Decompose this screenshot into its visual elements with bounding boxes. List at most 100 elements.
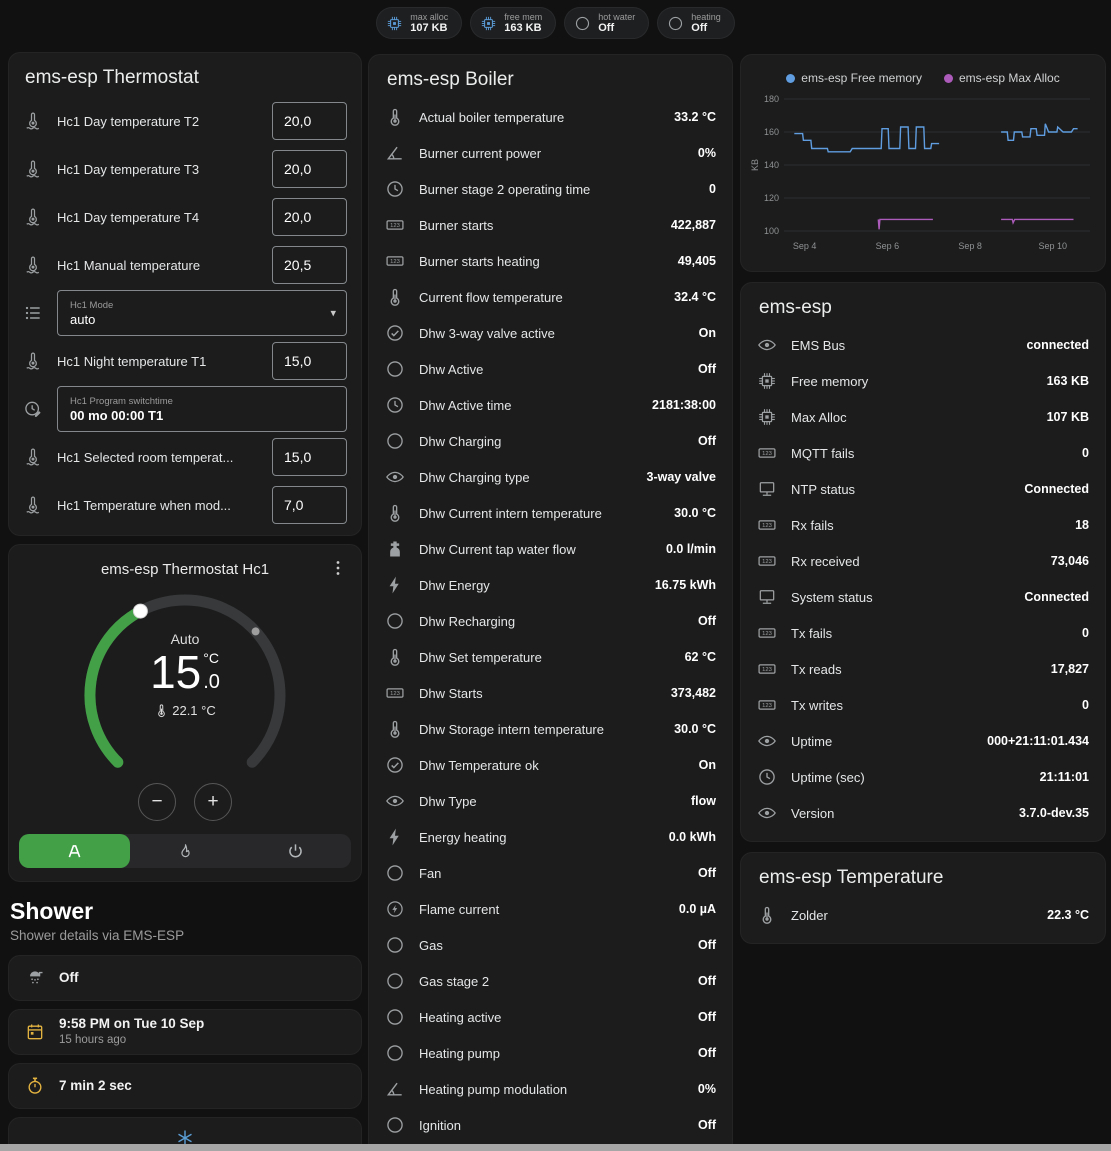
entity-row[interactable]: Dhw Charging type 3-way valve [385,459,716,495]
entity-row[interactable]: MQTT fails 0 [757,435,1089,471]
entity-row[interactable]: Tx writes 0 [757,687,1089,723]
entity-icon [385,215,405,235]
entity-row[interactable]: Gas stage 2 Off [385,963,716,999]
number-input[interactable]: 15,0 [272,342,347,380]
chip-value: Off [691,22,707,35]
entity-row[interactable]: Burner stage 2 operating time 0 [385,171,716,207]
thermostat-dial[interactable]: Auto 15 °C .0 22.1 °C [55,585,315,781]
entity-label: Gas stage 2 [419,974,684,989]
entity-icon [385,755,405,775]
badge-chip[interactable]: heating Off [657,7,735,39]
entity-row[interactable]: Energy heating 0.0 kWh [385,819,716,855]
shower-item-card[interactable]: 9:58 PM on Tue 10 Sep 15 hours ago [8,1009,362,1055]
entity-value: 0 [1082,698,1089,712]
entity-row[interactable]: Burner current power 0% [385,135,716,171]
svg-text:120: 120 [764,193,779,203]
entity-row[interactable]: Ignition Off [385,1107,716,1143]
entity-row[interactable]: EMS Bus connected [757,327,1089,363]
entity-value: 33.2 °C [674,110,716,124]
select-input[interactable]: Hc1 Program switchtime 00 mo 00:00 T1 ▾ [57,386,347,432]
entity-icon [385,1043,405,1063]
entity-row[interactable]: Dhw Current tap water flow 0.0 l/min [385,531,716,567]
entity-row[interactable]: Max Alloc 107 KB [757,399,1089,435]
entity-label: Hc1 Selected room temperat... [57,450,258,465]
number-input[interactable]: 15,0 [272,438,347,476]
legend-item[interactable]: ems-esp Max Alloc [944,71,1060,85]
svg-text:160: 160 [764,127,779,137]
number-input[interactable]: 20,0 [272,102,347,140]
entity-row[interactable]: Dhw Type flow [385,783,716,819]
memory-chart[interactable]: 100120140160180Sep 4Sep 6Sep 8Sep 10KB [748,89,1098,257]
shower-item-card[interactable]: 7 min 2 sec [8,1063,362,1109]
entity-value: 16.75 kWh [655,578,716,592]
entity-row[interactable]: System status Connected [757,579,1089,615]
entity-row[interactable]: Dhw Active time 2181:38:00 [385,387,716,423]
entity-label: Free memory [791,374,1033,389]
number-input[interactable]: 20,0 [272,198,347,236]
entity-row[interactable]: Rx fails 18 [757,507,1089,543]
entity-row[interactable]: Dhw Storage intern temperature 30.0 °C [385,711,716,747]
entity-icon [385,1079,405,1099]
heat-mode-button[interactable] [130,834,241,868]
entity-row[interactable]: Free memory 163 KB [757,363,1089,399]
decrease-temperature-button[interactable]: − [138,783,176,821]
chip-label: heating [691,12,721,22]
entity-icon [385,467,405,487]
badge-chip[interactable]: hot water Off [564,7,649,39]
ems-status-card: ems-esp EMS Bus connected Free memory 16… [740,282,1106,842]
number-input[interactable]: 20,5 [272,246,347,284]
more-options-icon[interactable] [327,557,349,579]
entity-row[interactable]: Dhw Temperature ok On [385,747,716,783]
entity-row[interactable]: Gas Off [385,927,716,963]
entity-label: Tx fails [791,626,1068,641]
svg-text:KB: KB [750,159,760,171]
entity-row[interactable]: Heating active Off [385,999,716,1035]
legend-dot [944,74,953,83]
entity-row[interactable]: Dhw Energy 16.75 kWh [385,567,716,603]
shower-item-value: 9:58 PM on Tue 10 Sep [59,1016,204,1033]
auto-mode-button[interactable] [19,834,130,868]
entity-label: Burner starts heating [419,254,664,269]
entity-row[interactable]: NTP status Connected [757,471,1089,507]
number-input[interactable]: 20,0 [272,150,347,188]
entity-value: Off [698,866,716,880]
number-value: 15,0 [284,449,311,465]
number-input[interactable]: 7,0 [272,486,347,524]
entity-value: 000+21:11:01.434 [987,734,1089,748]
entity-row[interactable]: Tx fails 0 [757,615,1089,651]
entity-row[interactable]: Uptime 000+21:11:01.434 [757,723,1089,759]
entity-row[interactable]: Current flow temperature 32.4 °C [385,279,716,315]
entity-value: 0 [1082,446,1089,460]
entity-row[interactable]: Dhw 3-way valve active On [385,315,716,351]
entity-row[interactable]: Rx received 73,046 [757,543,1089,579]
entity-row[interactable]: Flame current 0.0 µA [385,891,716,927]
card-title: ems-esp Thermostat [25,67,347,89]
legend-item[interactable]: ems-esp Free memory [786,71,922,85]
shower-item-card[interactable]: Off [8,955,362,1001]
entity-row[interactable]: Tx reads 17,827 [757,651,1089,687]
horizontal-scrollbar[interactable] [0,1144,1111,1151]
entity-row[interactable]: Zolder 22.3 °C [757,897,1089,933]
entity-row[interactable]: Burner starts heating 49,405 [385,243,716,279]
entity-row[interactable]: Dhw Active Off [385,351,716,387]
entity-row[interactable]: Actual boiler temperature 33.2 °C [385,99,716,135]
entity-icon [757,905,777,925]
entity-row[interactable]: Dhw Starts 373,482 [385,675,716,711]
entity-row[interactable]: Uptime (sec) 21:11:01 [757,759,1089,795]
entity-row[interactable]: Heating pump modulation 0% [385,1071,716,1107]
entity-row[interactable]: Dhw Charging Off [385,423,716,459]
select-input[interactable]: Hc1 Mode auto ▾ [57,290,347,336]
entity-row[interactable]: Burner starts 422,887 [385,207,716,243]
badge-chip[interactable]: free mem 163 KB [470,7,556,39]
entity-row[interactable]: Version 3.7.0-dev.35 [757,795,1089,831]
entity-row[interactable]: Dhw Recharging Off [385,603,716,639]
entity-label: Burner stage 2 operating time [419,182,695,197]
entity-row[interactable]: Heating pump Off [385,1035,716,1071]
entity-row[interactable]: Dhw Set temperature 62 °C [385,639,716,675]
increase-temperature-button[interactable]: + [194,783,232,821]
entity-value: 30.0 °C [674,506,716,520]
badge-chip[interactable]: max alloc 107 KB [376,7,462,39]
entity-row[interactable]: Dhw Current intern temperature 30.0 °C [385,495,716,531]
off-mode-button[interactable] [240,834,351,868]
entity-row[interactable]: Fan Off [385,855,716,891]
